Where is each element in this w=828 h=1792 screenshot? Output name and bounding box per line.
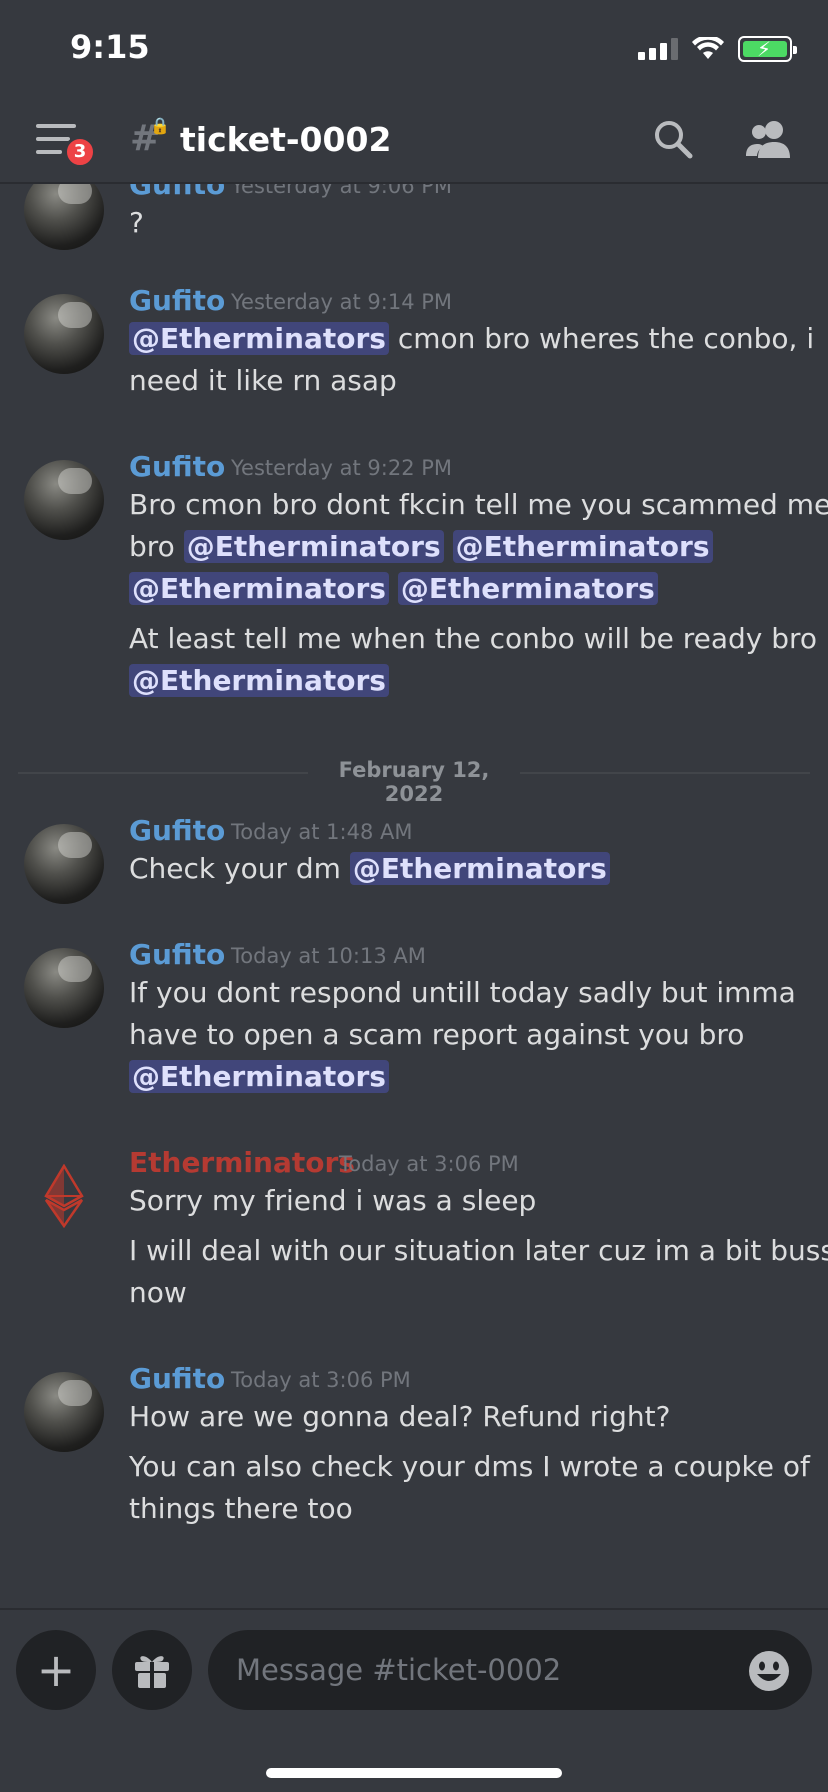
message-text: @Etherminators @Etherminators — [129, 572, 658, 605]
author-name[interactable]: Gufito — [129, 938, 225, 971]
user-mention[interactable]: @Etherminators — [452, 530, 713, 563]
plus-icon: + — [36, 1643, 76, 1697]
author-name[interactable]: Gufito — [129, 284, 225, 317]
avatar[interactable] — [24, 184, 104, 250]
message-text: If you dont respond untill today sadly b… — [129, 976, 796, 1009]
message-text: How are we gonna deal? Refund right? — [129, 1400, 671, 1433]
message-text: now — [129, 1276, 187, 1309]
top-bar: 9:15 ⚡ 3 # 🔒 ticket-0002 — [0, 0, 828, 184]
timestamp: Today at 1:48 AM — [231, 820, 413, 844]
unread-badge: 3 — [64, 136, 96, 168]
timestamp: Yesterday at 9:22 PM — [231, 456, 453, 480]
user-mention[interactable]: @Etherminators — [183, 530, 444, 563]
message-text: Bro cmon bro dont fkcin tell me you scam… — [129, 488, 828, 521]
message-text: ? — [129, 206, 144, 239]
home-indicator[interactable] — [266, 1768, 562, 1778]
message-text: I will deal with our situation later cuz… — [129, 1234, 828, 1267]
emoji-icon[interactable] — [748, 1650, 790, 1692]
avatar[interactable] — [24, 824, 104, 904]
user-mention[interactable]: @Etherminators — [129, 572, 389, 605]
cellular-signal-icon — [638, 38, 678, 60]
avatar[interactable] — [24, 1372, 104, 1452]
author-name[interactable]: Gufito — [129, 184, 225, 201]
message-text: have to open a scam report against you b… — [129, 1018, 745, 1051]
lock-icon: 🔒 — [150, 116, 170, 135]
message-list[interactable]: Gufito Yesterday at 9:06 PM ? Gufito Yes… — [0, 184, 828, 1608]
message-text: @Etherminators — [129, 1060, 389, 1093]
search-icon[interactable] — [652, 118, 694, 160]
status-time: 9:15 — [70, 28, 150, 66]
ethereum-logo-icon — [44, 1164, 84, 1228]
members-icon[interactable] — [744, 118, 792, 160]
user-mention[interactable]: @Etherminators — [129, 664, 389, 697]
author-name[interactable]: Gufito — [129, 814, 225, 847]
timestamp: Yesterday at 9:14 PM — [231, 290, 453, 314]
gift-button[interactable] — [112, 1630, 192, 1710]
user-mention[interactable]: @Etherminators — [129, 322, 389, 355]
message-text: Check your dm @Etherminators — [129, 852, 610, 885]
avatar[interactable] — [24, 460, 104, 540]
message-text: need it like rn asap — [129, 364, 397, 397]
channel-title[interactable]: ticket-0002 — [180, 120, 391, 159]
timestamp: Today at 3:06 PM — [339, 1152, 519, 1176]
message-text: @Etherminators — [129, 664, 389, 697]
message-text: @Etherminators cmon bro wheres the conbo… — [129, 322, 814, 355]
message-text: bro @Etherminators @Etherminators — [129, 530, 713, 563]
user-mention[interactable]: @Etherminators — [129, 1060, 389, 1093]
add-attachment-button[interactable]: + — [16, 1630, 96, 1710]
author-name[interactable]: Gufito — [129, 450, 225, 483]
message-text: things there too — [129, 1492, 353, 1525]
battery-icon: ⚡ — [738, 36, 797, 62]
gift-icon — [135, 1656, 169, 1688]
timestamp: Today at 10:13 AM — [231, 944, 426, 968]
message-text: You can also check your dms I wrote a co… — [129, 1450, 810, 1483]
message-text-rest: cmon bro wheres the conbo, i — [388, 322, 815, 355]
user-mention[interactable]: @Etherminators — [397, 572, 658, 605]
avatar[interactable] — [24, 948, 104, 1028]
message-text: Sorry my friend i was a sleep — [129, 1184, 537, 1217]
message-text-prefix: bro — [129, 530, 184, 563]
author-name[interactable]: Etherminators — [129, 1146, 355, 1179]
wifi-icon — [692, 37, 724, 59]
message-text-prefix: Check your dm — [129, 852, 350, 885]
message-composer: + — [0, 1608, 828, 1792]
message-input[interactable] — [208, 1630, 812, 1710]
avatar[interactable] — [24, 1156, 104, 1236]
author-name[interactable]: Gufito — [129, 1362, 225, 1395]
status-icons: ⚡ — [638, 36, 797, 62]
date-divider-label: February 12, 2022 — [308, 758, 520, 806]
user-mention[interactable]: @Etherminators — [349, 852, 610, 885]
timestamp: Today at 3:06 PM — [231, 1368, 411, 1392]
avatar[interactable] — [24, 294, 104, 374]
message-text: At least tell me when the conbo will be … — [129, 622, 818, 655]
timestamp: Yesterday at 9:06 PM — [231, 184, 453, 198]
